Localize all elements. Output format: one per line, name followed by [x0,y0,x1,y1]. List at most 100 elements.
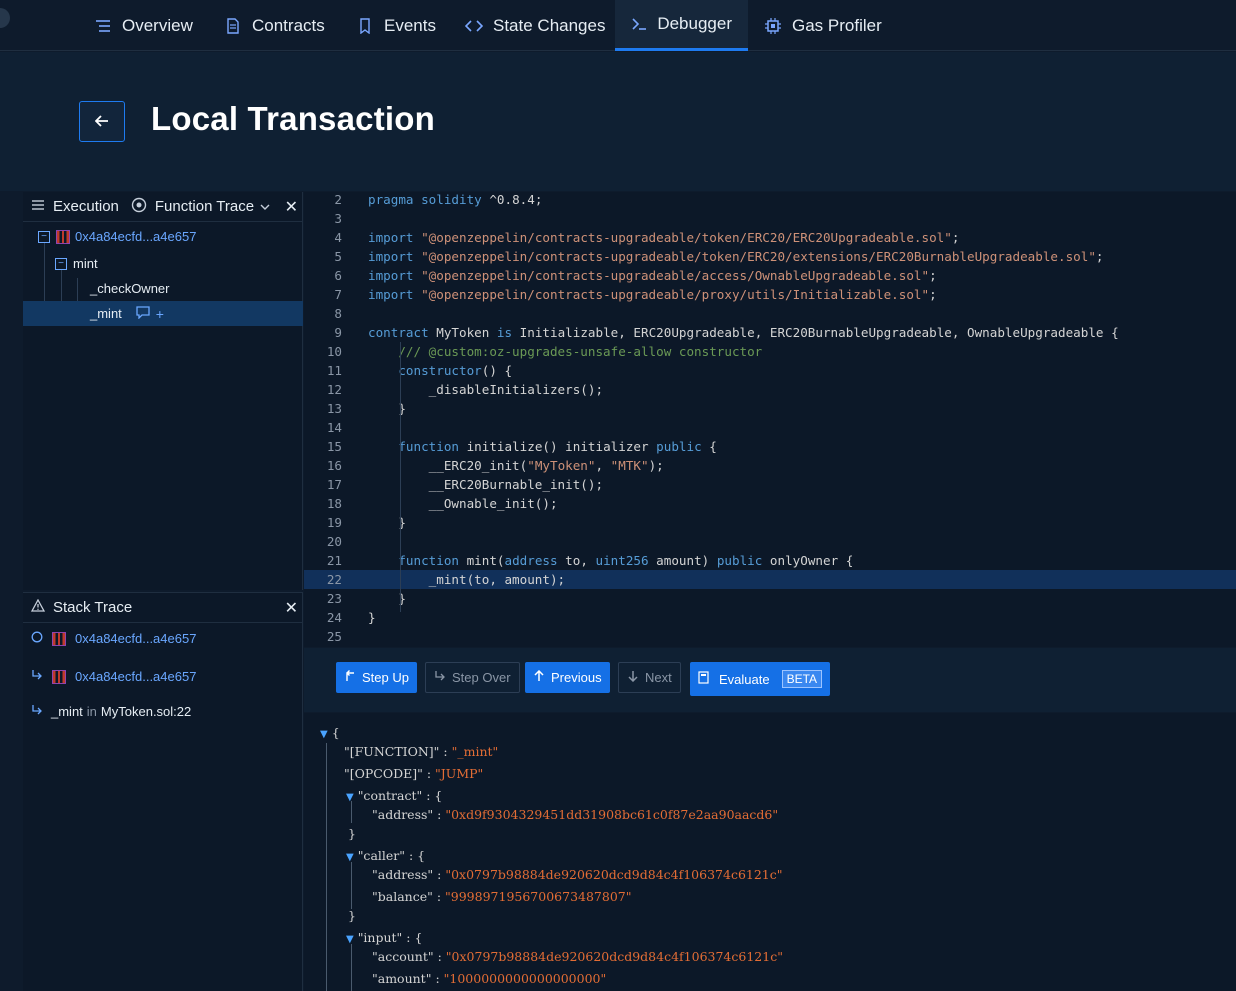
stack-frame[interactable]: _mint in MyToken.sol:22 [31,704,191,719]
line-number[interactable]: 3 [304,211,342,226]
code-line[interactable]: 22 _mint(to, amount); [304,570,1236,589]
line-number[interactable]: 19 [304,515,342,530]
line-number[interactable]: 7 [304,287,342,302]
back-button[interactable] [79,101,125,142]
stack-frame[interactable]: 0x4a84ecfd...a4e657 [31,669,196,684]
line-number[interactable]: 13 [304,401,342,416]
line-number[interactable]: 20 [304,534,342,549]
caret-down-icon[interactable]: ▼ [320,729,328,740]
code-line[interactable]: 15 function initialize() initializer pub… [304,437,1236,456]
step-over-button[interactable]: Step Over [425,662,520,693]
json-object[interactable]: ▼ "contract" : { [346,788,442,803]
line-number[interactable]: 16 [304,458,342,473]
add-icon[interactable]: + [156,306,164,322]
collapse-icon[interactable]: − [38,230,50,243]
tree-node-mint-internal[interactable]: _mint + [23,301,303,326]
close-icon[interactable]: ✕ [285,598,298,618]
code-line[interactable]: 10 /// @custom:oz-upgrades-unsafe-allow … [304,342,1236,361]
line-number[interactable]: 24 [304,610,342,625]
code-line[interactable]: 12 _disableInitializers(); [304,380,1236,399]
line-number[interactable]: 5 [304,249,342,264]
line-number[interactable]: 22 [304,572,342,587]
stack-trace-title: Stack Trace [53,599,133,616]
line-number[interactable]: 25 [304,629,342,644]
code-line[interactable]: 20 [304,532,1236,551]
caret-down-icon[interactable]: ▼ [346,934,354,945]
collapse-icon[interactable]: − [55,257,67,270]
terminal-icon [631,15,647,33]
contract-avatar-icon [56,229,70,244]
code-line[interactable]: 7 import "@openzeppelin/contracts-upgrade… [304,285,1236,304]
json-value: "0x0797b98884de920620dcd9d84c4f106374c61… [445,867,783,882]
code-text: function initialize() initializer public… [398,439,717,454]
comment-icon[interactable] [136,305,150,322]
code-line[interactable]: 3 [304,209,1236,228]
trace-mode-select[interactable]: Function Trace [155,198,254,215]
line-number[interactable]: 15 [304,439,342,454]
evaluate-button[interactable]: Evaluate BETA [690,662,831,696]
json-object[interactable]: ▼ "caller" : { [346,848,425,863]
previous-button[interactable]: Previous [525,662,610,693]
json-brace: } [348,826,356,841]
code-line[interactable]: 11 constructor() { [304,361,1236,380]
tree-node-check-owner[interactable]: _checkOwner [23,276,303,301]
line-number[interactable]: 14 [304,420,342,435]
json-object[interactable]: ▼ "input" : { [346,930,422,945]
tab-label: Contracts [252,15,325,35]
chevron-down-icon[interactable] [260,198,270,215]
return-up-icon [344,670,356,685]
json-guide [351,862,352,909]
line-number[interactable]: 8 [304,306,342,321]
caret-down-icon[interactable]: ▼ [346,852,354,863]
line-number[interactable]: 21 [304,553,342,568]
code-line[interactable]: 14 [304,418,1236,437]
close-icon[interactable]: ✕ [285,197,298,217]
code-line[interactable]: 4 import "@openzeppelin/contracts-upgrade… [304,228,1236,247]
code-line[interactable]: 21 function mint(address to, uint256 amo… [304,551,1236,570]
code-line[interactable]: 5 import "@openzeppelin/contracts-upgrade… [304,247,1236,266]
code-line[interactable]: 13 } [304,399,1236,418]
line-number[interactable]: 23 [304,591,342,606]
top-nav: Overview Contracts Events State Changes … [0,0,1236,51]
code-line[interactable]: 6 import "@openzeppelin/contracts-upgrade… [304,266,1236,285]
tree-node-mint[interactable]: − mint [23,251,303,276]
code-text: } [368,610,376,625]
code-line[interactable]: 25 [304,627,1236,646]
line-number[interactable]: 6 [304,268,342,283]
code-line[interactable]: 2 pragma solidity ^0.8.4; [304,190,1236,209]
step-up-button[interactable]: Step Up [336,662,417,693]
code-line[interactable]: 24} [304,608,1236,627]
line-number[interactable]: 12 [304,382,342,397]
caret-down-icon[interactable]: ▼ [346,792,354,803]
tree-node-root[interactable]: − 0x4a84ecfd...a4e657 [23,224,303,249]
line-number[interactable]: 11 [304,363,342,378]
code-line[interactable]: 23 } [304,589,1236,608]
line-number[interactable]: 17 [304,477,342,492]
stack-frame[interactable]: 0x4a84ecfd...a4e657 [31,631,196,646]
line-number[interactable]: 9 [304,325,342,340]
json-root[interactable]: ▼ { [320,725,340,740]
next-button[interactable]: Next [618,662,681,693]
tab-contracts[interactable]: Contracts [208,0,341,51]
line-number[interactable]: 18 [304,496,342,511]
code-line[interactable]: 17 __ERC20Burnable_init(); [304,475,1236,494]
code-text: import "@openzeppelin/contracts-upgradea… [368,287,937,302]
tab-gas-profiler[interactable]: Gas Profiler [748,0,898,51]
tab-overview[interactable]: Overview [78,0,209,51]
tab-debugger[interactable]: Debugger [615,0,748,51]
code-line[interactable]: 18 __Ownable_init(); [304,494,1236,513]
code-line[interactable]: 9 contract MyToken is Initializable, ERC2… [304,323,1236,342]
code-line[interactable]: 16 __ERC20_init("MyToken", "MTK"); [304,456,1236,475]
execution-tab[interactable]: Execution [53,198,119,215]
json-key: "account" [372,949,434,964]
code-line[interactable]: 8 [304,304,1236,323]
code-line[interactable]: 19 } [304,513,1236,532]
tab-label: Debugger [657,14,732,33]
stack-frame-file: MyToken.sol:22 [100,704,192,719]
line-number[interactable]: 10 [304,344,342,359]
code-text: __ERC20Burnable_init(); [368,477,604,492]
line-number[interactable]: 2 [304,192,342,207]
line-number[interactable]: 4 [304,230,342,245]
tab-events[interactable]: Events [340,0,452,51]
tab-state-changes[interactable]: State Changes [449,0,621,51]
